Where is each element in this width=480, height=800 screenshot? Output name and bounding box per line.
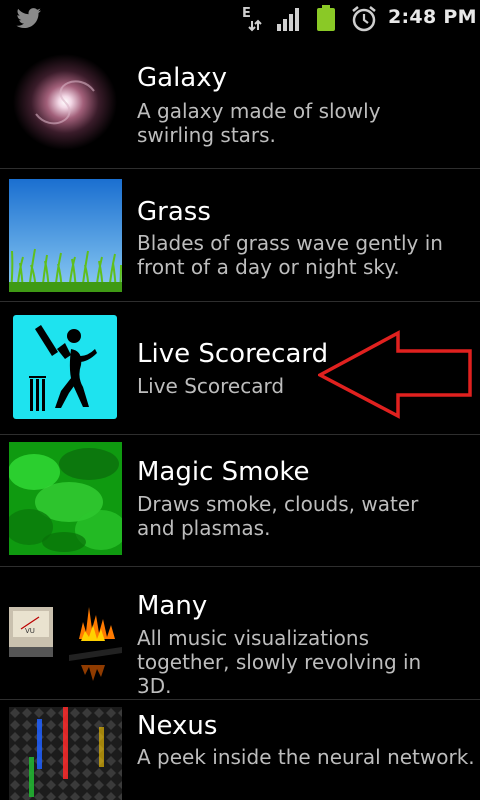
list-item-nexus[interactable]: Nexus A peek inside the neural network.	[0, 700, 480, 800]
item-title: Nexus	[137, 711, 218, 741]
twitter-bird-icon	[16, 8, 41, 28]
item-title: Grass	[137, 197, 211, 227]
item-title: Live Scorecard	[137, 339, 329, 369]
item-title: Many	[137, 591, 208, 621]
item-description: Draws smoke, clouds, water and plasmas.	[137, 492, 419, 540]
nexus-thumbnail	[9, 707, 122, 800]
cricket-scorecard-icon	[13, 315, 117, 419]
list-item-grass[interactable]: Grass Blades of grass wave gently in fro…	[0, 169, 480, 301]
galaxy-thumbnail	[9, 46, 122, 159]
magic-smoke-thumbnail	[9, 442, 122, 555]
item-description: All music visualizations together, slowl…	[137, 626, 422, 698]
battery-icon	[317, 5, 335, 31]
item-description: Blades of grass wave gently in front of …	[137, 231, 443, 279]
item-description: A peek inside the neural network.	[137, 745, 475, 769]
network-e-icon: E	[242, 6, 262, 32]
item-description: A galaxy made of slowly swirling stars.	[137, 99, 381, 147]
grass-thumbnail	[9, 179, 122, 292]
list-item-magic-smoke[interactable]: Magic Smoke Draws smoke, clouds, water a…	[0, 435, 480, 567]
list-item-many[interactable]: VU Many All music visualizations togethe…	[0, 567, 480, 699]
alarm-icon	[352, 6, 376, 32]
many-thumbnail: VU	[9, 577, 122, 690]
svg-text:VU: VU	[25, 627, 35, 635]
status-bar: E 2:48 PM	[0, 0, 480, 37]
list-item-galaxy[interactable]: Galaxy A galaxy made of slowly swirling …	[0, 37, 480, 168]
signal-icon	[277, 8, 299, 31]
status-time: 2:48 PM	[388, 6, 477, 28]
annotation-arrow-icon	[318, 330, 472, 419]
item-title: Galaxy	[137, 63, 228, 93]
network-type-label: E	[242, 6, 251, 21]
item-title: Magic Smoke	[137, 457, 310, 487]
